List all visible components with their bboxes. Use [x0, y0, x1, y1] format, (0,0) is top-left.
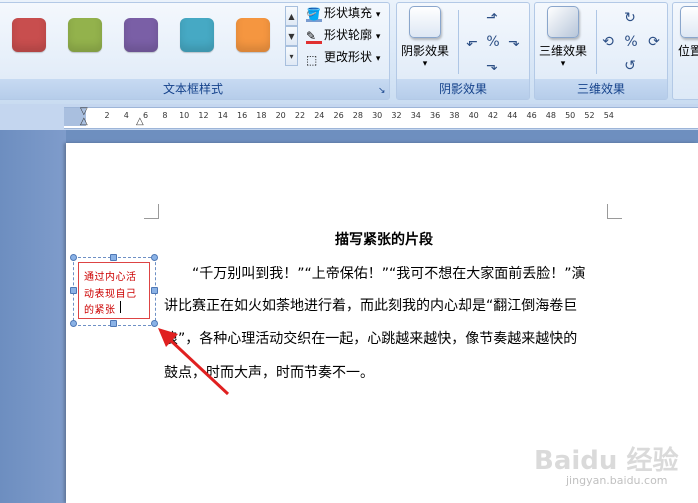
ruler-tick-label: 42: [487, 111, 499, 120]
ruler-tick-label: 20: [275, 111, 286, 120]
dropdown-arrow-icon: ▾: [560, 59, 566, 69]
textbox-styles-group-label: 文本框样式: [0, 79, 389, 99]
textbox-text-line: 的紧张: [84, 305, 116, 316]
watermark-url: jingyan.baidu.com: [566, 474, 668, 487]
3d-toggle-icon[interactable]: %: [623, 34, 639, 50]
text-cursor: [120, 301, 121, 313]
dialog-launcher-icon[interactable]: ↘: [378, 86, 386, 96]
annotation-arrow: [158, 328, 230, 396]
nudge-shadow-down-icon[interactable]: ⬎: [484, 58, 500, 74]
shadow-effects-icon: [409, 6, 441, 38]
textbox-text-line: 动表现自己: [84, 289, 137, 300]
change-shape-label: 更改形状: [324, 50, 373, 64]
ruler-tick-label: 52: [584, 111, 595, 120]
document-title: 描写紧张的片段: [335, 232, 433, 248]
crop-mark-right: [607, 204, 622, 219]
ruler-tick-label: 14: [217, 111, 228, 120]
style-swatch-red[interactable]: [12, 18, 46, 52]
gallery-scroll-up[interactable]: ▲: [285, 6, 298, 26]
position-button-label: 位置: [678, 44, 698, 58]
ruler-tick-label: 54: [603, 111, 614, 120]
shape-fill-command[interactable]: 🪣 形状填充 ▾: [306, 4, 380, 22]
ruler-tick-label: 22: [294, 111, 306, 120]
pencil-outline-icon: ✎: [306, 27, 322, 44]
separator: [596, 10, 597, 74]
paragraph-line: “千万别叫到我！”“上帝保佑！”“我可不想在大家面前丢脸！”演: [164, 266, 586, 282]
style-swatch-orange[interactable]: [236, 18, 270, 52]
gallery-more[interactable]: ▾: [285, 46, 298, 66]
ruler-tick-label: 8: [162, 111, 168, 120]
shape-fill-label: 形状填充: [324, 6, 373, 20]
ruler-tick-label: 36: [430, 111, 441, 120]
shadow-effects-button-label: 阴影效果: [400, 44, 449, 58]
ruler-tick-label: 4: [123, 111, 129, 120]
change-shape-command[interactable]: ⬚ 更改形状 ▾: [306, 48, 381, 67]
style-swatch-green[interactable]: [68, 18, 102, 52]
resize-handle-top-left[interactable]: [70, 254, 77, 261]
shadow-effects-group-label: 阴影效果: [397, 79, 529, 99]
shape-outline-label: 形状轮廓: [324, 28, 373, 42]
watermark-logo: Baidu 经验: [534, 446, 679, 476]
ruler-tick-label: 24: [314, 111, 325, 120]
style-swatch-teal[interactable]: [180, 18, 214, 52]
resize-handle-bottom-left[interactable]: [70, 320, 77, 327]
dropdown-arrow-icon: ▾: [375, 54, 381, 64]
ruler-tick-label: 26: [333, 111, 344, 120]
nudge-shadow-right-icon[interactable]: ⬎: [506, 34, 522, 50]
nudge-shadow-left-icon[interactable]: ⬐: [464, 34, 480, 50]
ruler-tick-label: 18: [256, 111, 267, 120]
ruler-tick-label: 16: [237, 111, 248, 120]
3d-effects-button[interactable]: 三维效果 ▾: [536, 6, 590, 69]
dropdown-arrow-icon: ▾: [375, 10, 381, 20]
position-button[interactable]: 位置: [678, 6, 698, 59]
dropdown-arrow-icon: ▾: [375, 32, 381, 42]
paint-bucket-icon: 🪣: [306, 7, 322, 22]
change-shape-icon: ⬚: [306, 52, 318, 67]
dropdown-arrow-icon: ▾: [422, 59, 428, 69]
tilt-right-icon[interactable]: ⟳: [646, 34, 662, 50]
resize-handle-top-right[interactable]: [151, 254, 158, 261]
paragraph-line: 讲比赛正在如火如荼地进行着，而此刻我的内心却是“翻江倒海卷巨: [164, 298, 578, 314]
ruler-tick-label: 6: [143, 111, 149, 120]
hanging-indent-marker[interactable]: △: [80, 116, 88, 127]
tilt-left-icon[interactable]: ⟲: [600, 34, 616, 50]
gallery-scroll-down[interactable]: ▼: [285, 26, 298, 46]
resize-handle-bottom[interactable]: [110, 320, 117, 327]
3d-effects-group-label: 三维效果: [535, 79, 667, 99]
3d-effects-icon: [547, 6, 579, 38]
resize-handle-left[interactable]: [70, 287, 77, 294]
ruler-tick-label: 10: [179, 111, 190, 120]
position-icon: [680, 6, 698, 38]
ruler-tick-label: 48: [545, 111, 556, 120]
ruler-tick-label: 30: [372, 111, 383, 120]
workspace-background: [0, 130, 66, 503]
shape-outline-command[interactable]: ✎ 形状轮廓 ▾: [306, 26, 380, 44]
ruler-tick-label: 34: [410, 111, 421, 120]
ruler-tick-label: 40: [468, 111, 479, 120]
ruler-tick-label: 32: [391, 111, 402, 120]
ruler-tick-label: 46: [526, 111, 537, 120]
3d-effects-button-label: 三维效果: [538, 44, 587, 58]
ruler-tick-label: 50: [565, 111, 576, 120]
ruler-tick-label: 2: [104, 111, 110, 120]
tilt-up-icon[interactable]: ↻: [622, 10, 638, 26]
resize-handle-right[interactable]: [151, 287, 158, 294]
shadow-effects-button[interactable]: 阴影效果 ▾: [398, 6, 452, 69]
separator: [458, 10, 459, 74]
resize-handle-top[interactable]: [110, 254, 117, 261]
ruler-tick-label: 28: [352, 111, 363, 120]
style-swatch-purple[interactable]: [124, 18, 158, 52]
nudge-shadow-up-icon[interactable]: ⬏: [484, 10, 500, 26]
ruler-tick-label: 38: [449, 111, 460, 120]
shadow-toggle-icon[interactable]: %: [485, 34, 501, 50]
ruler-tick-label: 44: [507, 111, 518, 120]
crop-mark-left: [144, 204, 159, 219]
textbox-text-line: 通过内心活: [84, 272, 137, 283]
tilt-down-icon[interactable]: ↺: [622, 58, 638, 74]
ruler-tick-label: 12: [198, 111, 209, 120]
